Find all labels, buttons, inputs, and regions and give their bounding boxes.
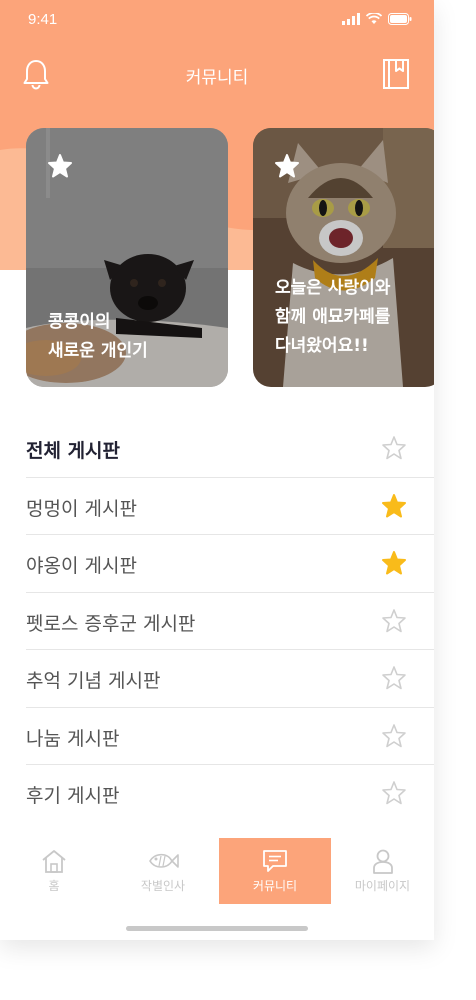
star-outline-icon[interactable] [380, 607, 408, 635]
tab-label: 홈 [48, 879, 60, 893]
board-item-all[interactable]: 전체 게시판 [26, 420, 434, 478]
tab-community[interactable]: 커뮤니티 [219, 838, 331, 904]
favorite-star-icon[interactable] [46, 152, 74, 180]
star-filled-icon[interactable] [380, 549, 408, 577]
featured-post-card[interactable]: 콩콩이의 새로운 개인기 [26, 128, 228, 387]
star-filled-icon[interactable] [380, 492, 408, 520]
card-caption-line: 콩콩이의 [48, 312, 111, 332]
home-icon [42, 850, 66, 873]
tab-label: 작별인사 [140, 879, 186, 893]
signal-icon [342, 13, 360, 25]
board-label: 전체 게시판 [26, 440, 121, 462]
featured-post-card[interactable]: 오늘은 사랑이와 함께 애묘카페를 다녀왔어요!! [253, 128, 434, 387]
card-caption: 오늘은 사랑이와 함께 애묘카페를 다녀왔어요!! [275, 274, 390, 361]
board-label: 나눔 게시판 [26, 727, 120, 750]
board-label: 야옹이 게시판 [26, 555, 137, 577]
board-label: 멍멍이 게시판 [26, 497, 137, 520]
bottom-tab-bar: 홈 작별인사 커뮤니티 마이페이지 [0, 838, 434, 904]
wifi-icon [366, 13, 382, 24]
board-label: 펫로스 증후군 게시판 [26, 612, 196, 635]
card-caption: 콩콩이의 새로운 개인기 [48, 308, 148, 366]
board-item-petloss[interactable]: 펫로스 증후군 게시판 [26, 593, 434, 650]
home-indicator [126, 926, 308, 931]
person-icon [372, 849, 393, 874]
favorite-star-icon[interactable] [273, 152, 301, 180]
phone-screen: 9:41 커뮤니티 콩콩이의 새로운 개인기 오늘은 사랑이와 함께 애묘카페를… [0, 0, 434, 940]
card-caption-line: 새로운 개인기 [48, 341, 148, 361]
card-caption-line: 오늘은 사랑이와 [275, 278, 391, 298]
star-outline-icon[interactable] [380, 664, 408, 692]
bookmark-book-icon[interactable] [382, 58, 410, 90]
board-label: 후기 게시판 [26, 785, 120, 807]
card-caption-line: 함께 애묘카페를 [275, 307, 391, 327]
tab-mypage[interactable]: 마이페이지 [331, 838, 434, 904]
board-item-sharing[interactable]: 나눔 게시판 [26, 708, 434, 765]
star-outline-icon[interactable] [380, 779, 408, 807]
tab-label: 커뮤니티 [252, 879, 298, 893]
board-item-memorial[interactable]: 추억 기념 게시판 [26, 650, 434, 708]
board-item-dog[interactable]: 멍멍이 게시판 [26, 478, 434, 535]
status-time: 9:41 [28, 11, 58, 28]
board-list: 전체 게시판 멍멍이 게시판 야옹이 게시판 펫로스 증후군 게시판 추억 기념… [26, 420, 434, 823]
tab-label: 마이페이지 [354, 879, 411, 893]
board-item-cat[interactable]: 야옹이 게시판 [26, 535, 434, 593]
status-icons [342, 13, 412, 25]
star-outline-icon[interactable] [380, 434, 408, 462]
app-header: 커뮤니티 [0, 50, 434, 98]
tab-farewell[interactable]: 작별인사 [108, 838, 218, 904]
board-item-review[interactable]: 후기 게시판 [26, 765, 434, 823]
fish-icon [149, 853, 179, 868]
battery-icon [388, 13, 412, 25]
chat-icon [263, 850, 287, 872]
tab-home[interactable]: 홈 [0, 838, 108, 904]
status-bar: 9:41 [0, 0, 434, 44]
board-label: 추억 기념 게시판 [26, 670, 161, 692]
page-title: 커뮤니티 [185, 68, 249, 88]
card-caption-line: 다녀왔어요!! [275, 336, 369, 356]
star-outline-icon[interactable] [380, 722, 408, 750]
